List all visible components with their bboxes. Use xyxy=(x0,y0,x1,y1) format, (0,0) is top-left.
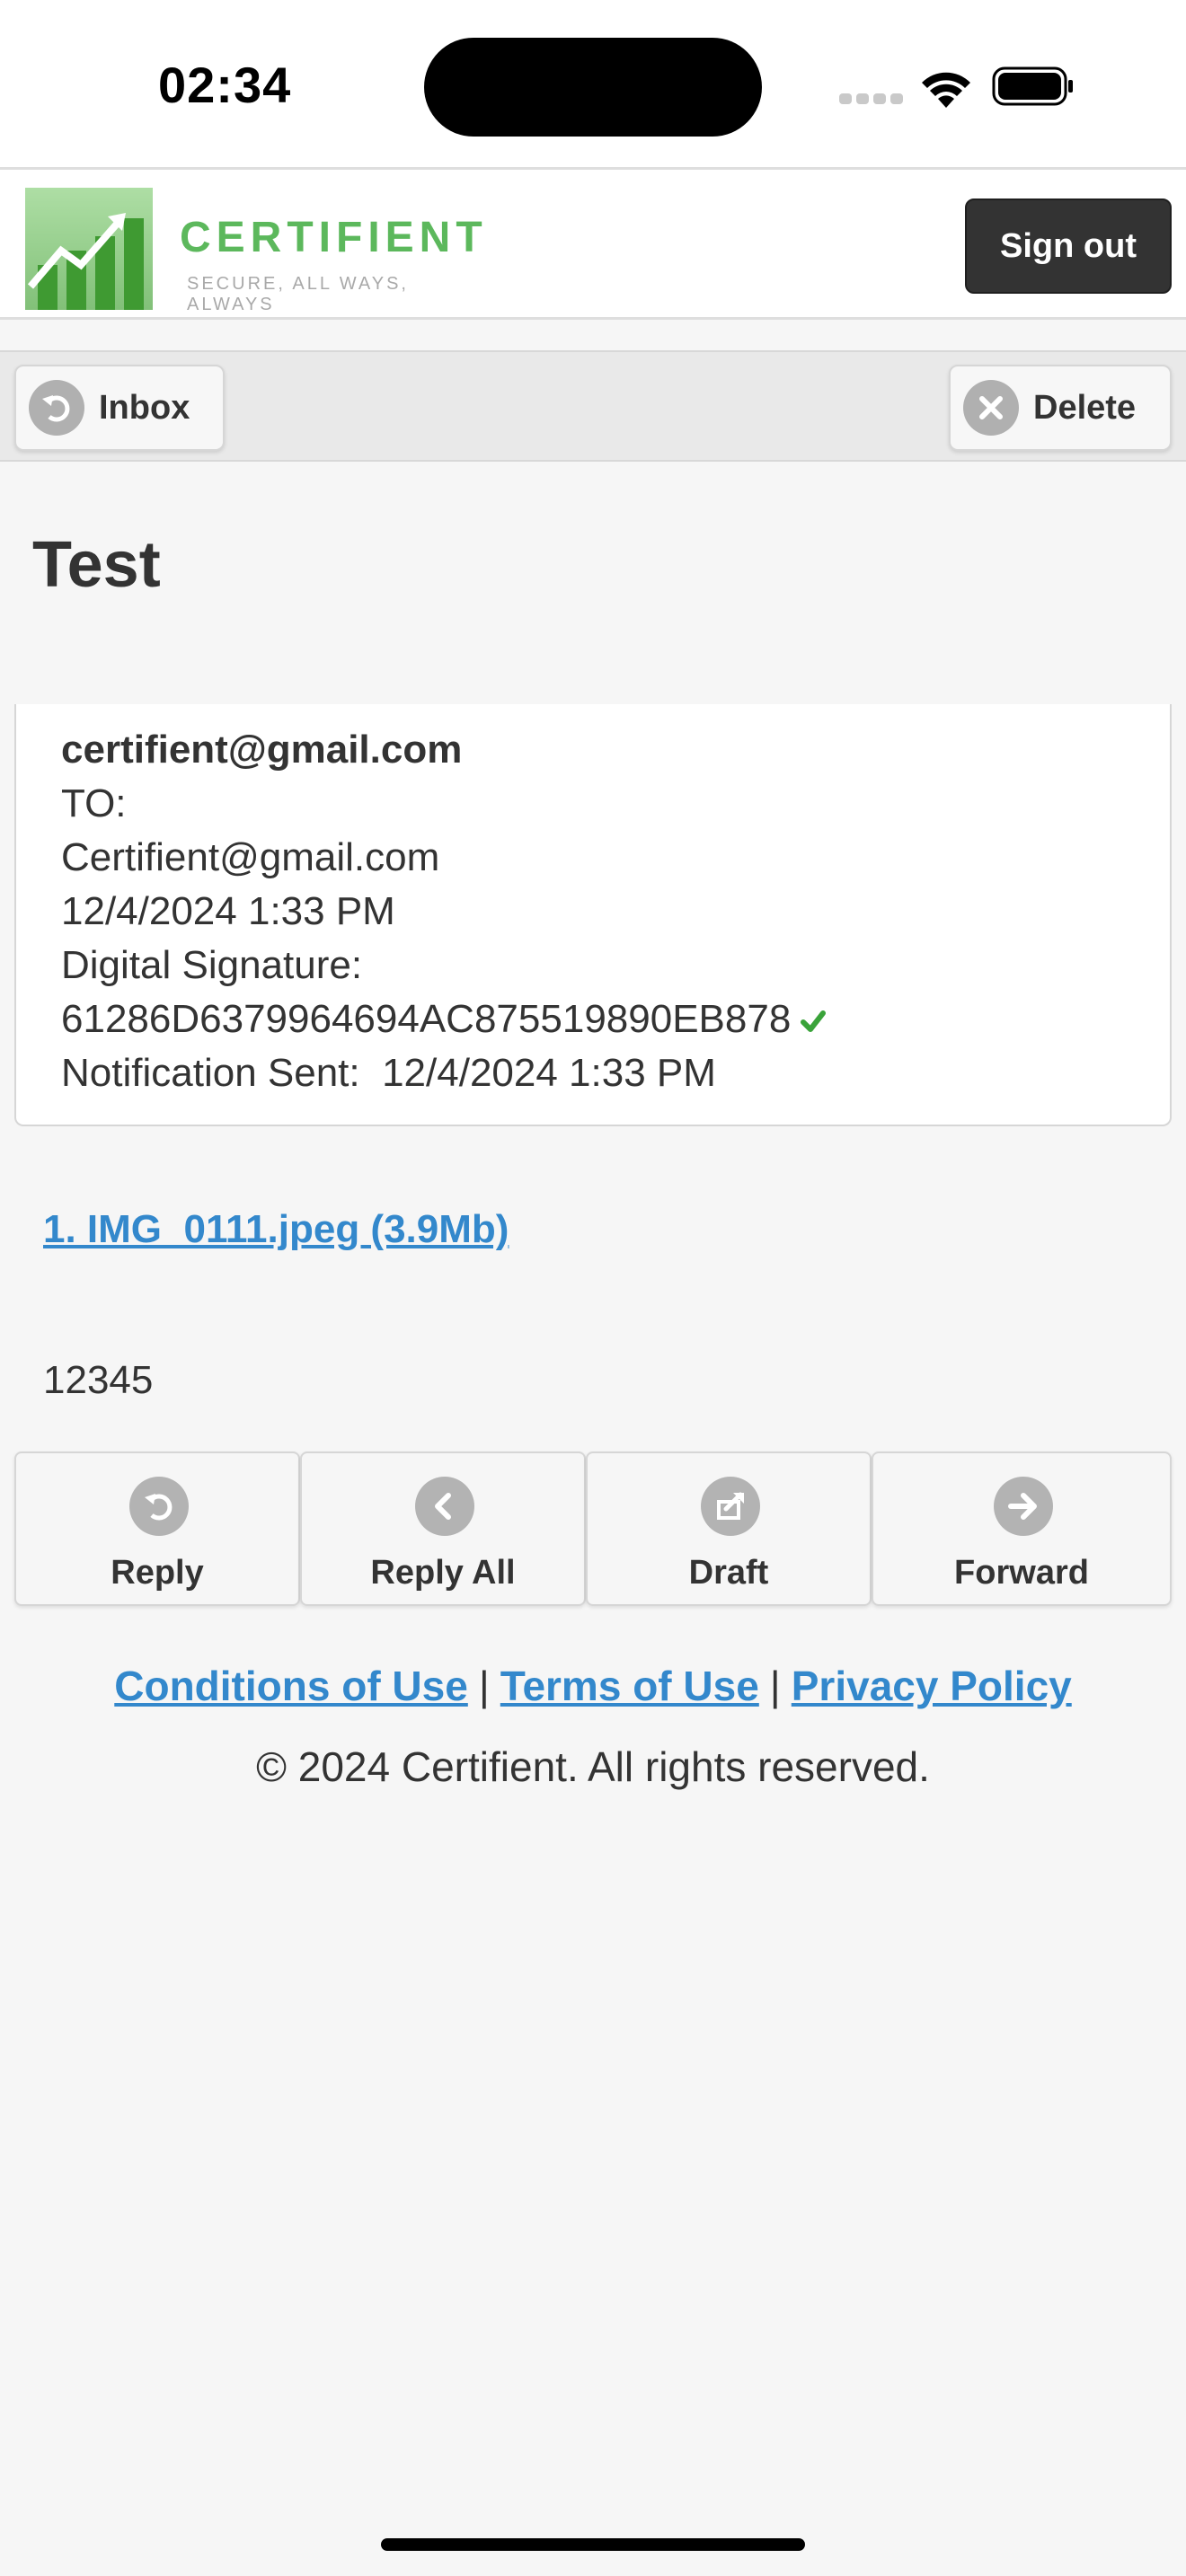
message-action-bar: Reply Reply All Draft Forward xyxy=(14,1451,1172,1606)
reply-all-label: Reply All xyxy=(370,1554,516,1592)
copyright-notice: © 2024 Certifient. All rights reserved. xyxy=(256,1743,930,1790)
sign-out-button[interactable]: Sign out xyxy=(965,198,1172,294)
message-subject: Test xyxy=(32,529,161,601)
arrow-right-icon xyxy=(994,1477,1053,1536)
reply-icon xyxy=(129,1477,189,1536)
notification-date: 12/4/2024 1:33 PM xyxy=(382,1051,716,1095)
wifi-icon xyxy=(922,72,970,108)
inbox-button[interactable]: Inbox xyxy=(14,365,225,451)
inbox-label: Inbox xyxy=(99,388,190,427)
notification-row: Notification Sent: 12/4/2024 1:33 PM xyxy=(61,1051,716,1096)
message-toolbar: Inbox Delete xyxy=(0,350,1186,462)
draft-label: Draft xyxy=(688,1554,769,1592)
logo-chart-icon xyxy=(25,188,153,310)
certifient-logo[interactable]: CERTIFIENT SECURE, ALL WAYS, ALWAYS xyxy=(25,188,492,314)
attachment-link[interactable]: 1. IMG_0111.jpeg (3.9Mb) xyxy=(43,1207,509,1252)
close-icon xyxy=(963,380,1019,436)
sender-address: certifient@gmail.com xyxy=(61,728,463,772)
terms-of-use-link[interactable]: Terms of Use xyxy=(500,1663,759,1709)
dynamic-island xyxy=(424,38,762,137)
chevron-left-icon xyxy=(415,1477,474,1536)
reply-all-button[interactable]: Reply All xyxy=(300,1451,586,1606)
battery-icon xyxy=(992,66,1073,106)
forward-label: Forward xyxy=(954,1554,1089,1592)
edit-icon xyxy=(701,1477,760,1536)
check-icon xyxy=(801,1010,827,1033)
home-indicator[interactable] xyxy=(381,2538,805,2551)
logo-wordmark: CERTIFIENT xyxy=(180,214,488,261)
reply-label: Reply xyxy=(111,1554,204,1592)
delete-button[interactable]: Delete xyxy=(949,365,1172,451)
privacy-policy-link[interactable]: Privacy Policy xyxy=(792,1663,1072,1709)
to-label: TO: xyxy=(61,781,127,825)
delete-label: Delete xyxy=(1033,388,1137,427)
message-date: 12/4/2024 1:33 PM xyxy=(61,889,395,933)
signature-label: Digital Signature: xyxy=(61,943,363,987)
footer-separator: | xyxy=(769,1663,781,1709)
message-body: 12345 xyxy=(43,1358,154,1402)
back-arrow-icon xyxy=(29,380,84,436)
draft-button[interactable]: Draft xyxy=(586,1451,872,1606)
conditions-of-use-link[interactable]: Conditions of Use xyxy=(114,1663,468,1709)
cellular-signal-icon xyxy=(839,93,904,106)
app-header: CERTIFIENT SECURE, ALL WAYS, ALWAYS Sign… xyxy=(0,167,1186,320)
status-bar: 02:34 xyxy=(0,0,1186,167)
message-header-card: certifient@gmail.com TO: Certifient@gmai… xyxy=(14,704,1172,1126)
footer-links: Conditions of Use | Terms of Use | Privacy P… xyxy=(0,1662,1186,1710)
logo-tagline: SECURE, ALL WAYS, ALWAYS xyxy=(187,274,409,314)
signature-row: 61286D6379964694AC875519890EB878 xyxy=(61,997,827,1042)
digital-signature: 61286D6379964694AC875519890EB878 xyxy=(61,997,792,1041)
recipient-address: Certifient@gmail.com xyxy=(61,835,440,879)
footer-separator: | xyxy=(478,1663,490,1709)
status-time: 02:34 xyxy=(158,57,292,113)
notification-label: Notification Sent: xyxy=(61,1051,360,1095)
reply-button[interactable]: Reply xyxy=(14,1451,300,1606)
forward-button[interactable]: Forward xyxy=(872,1451,1172,1606)
